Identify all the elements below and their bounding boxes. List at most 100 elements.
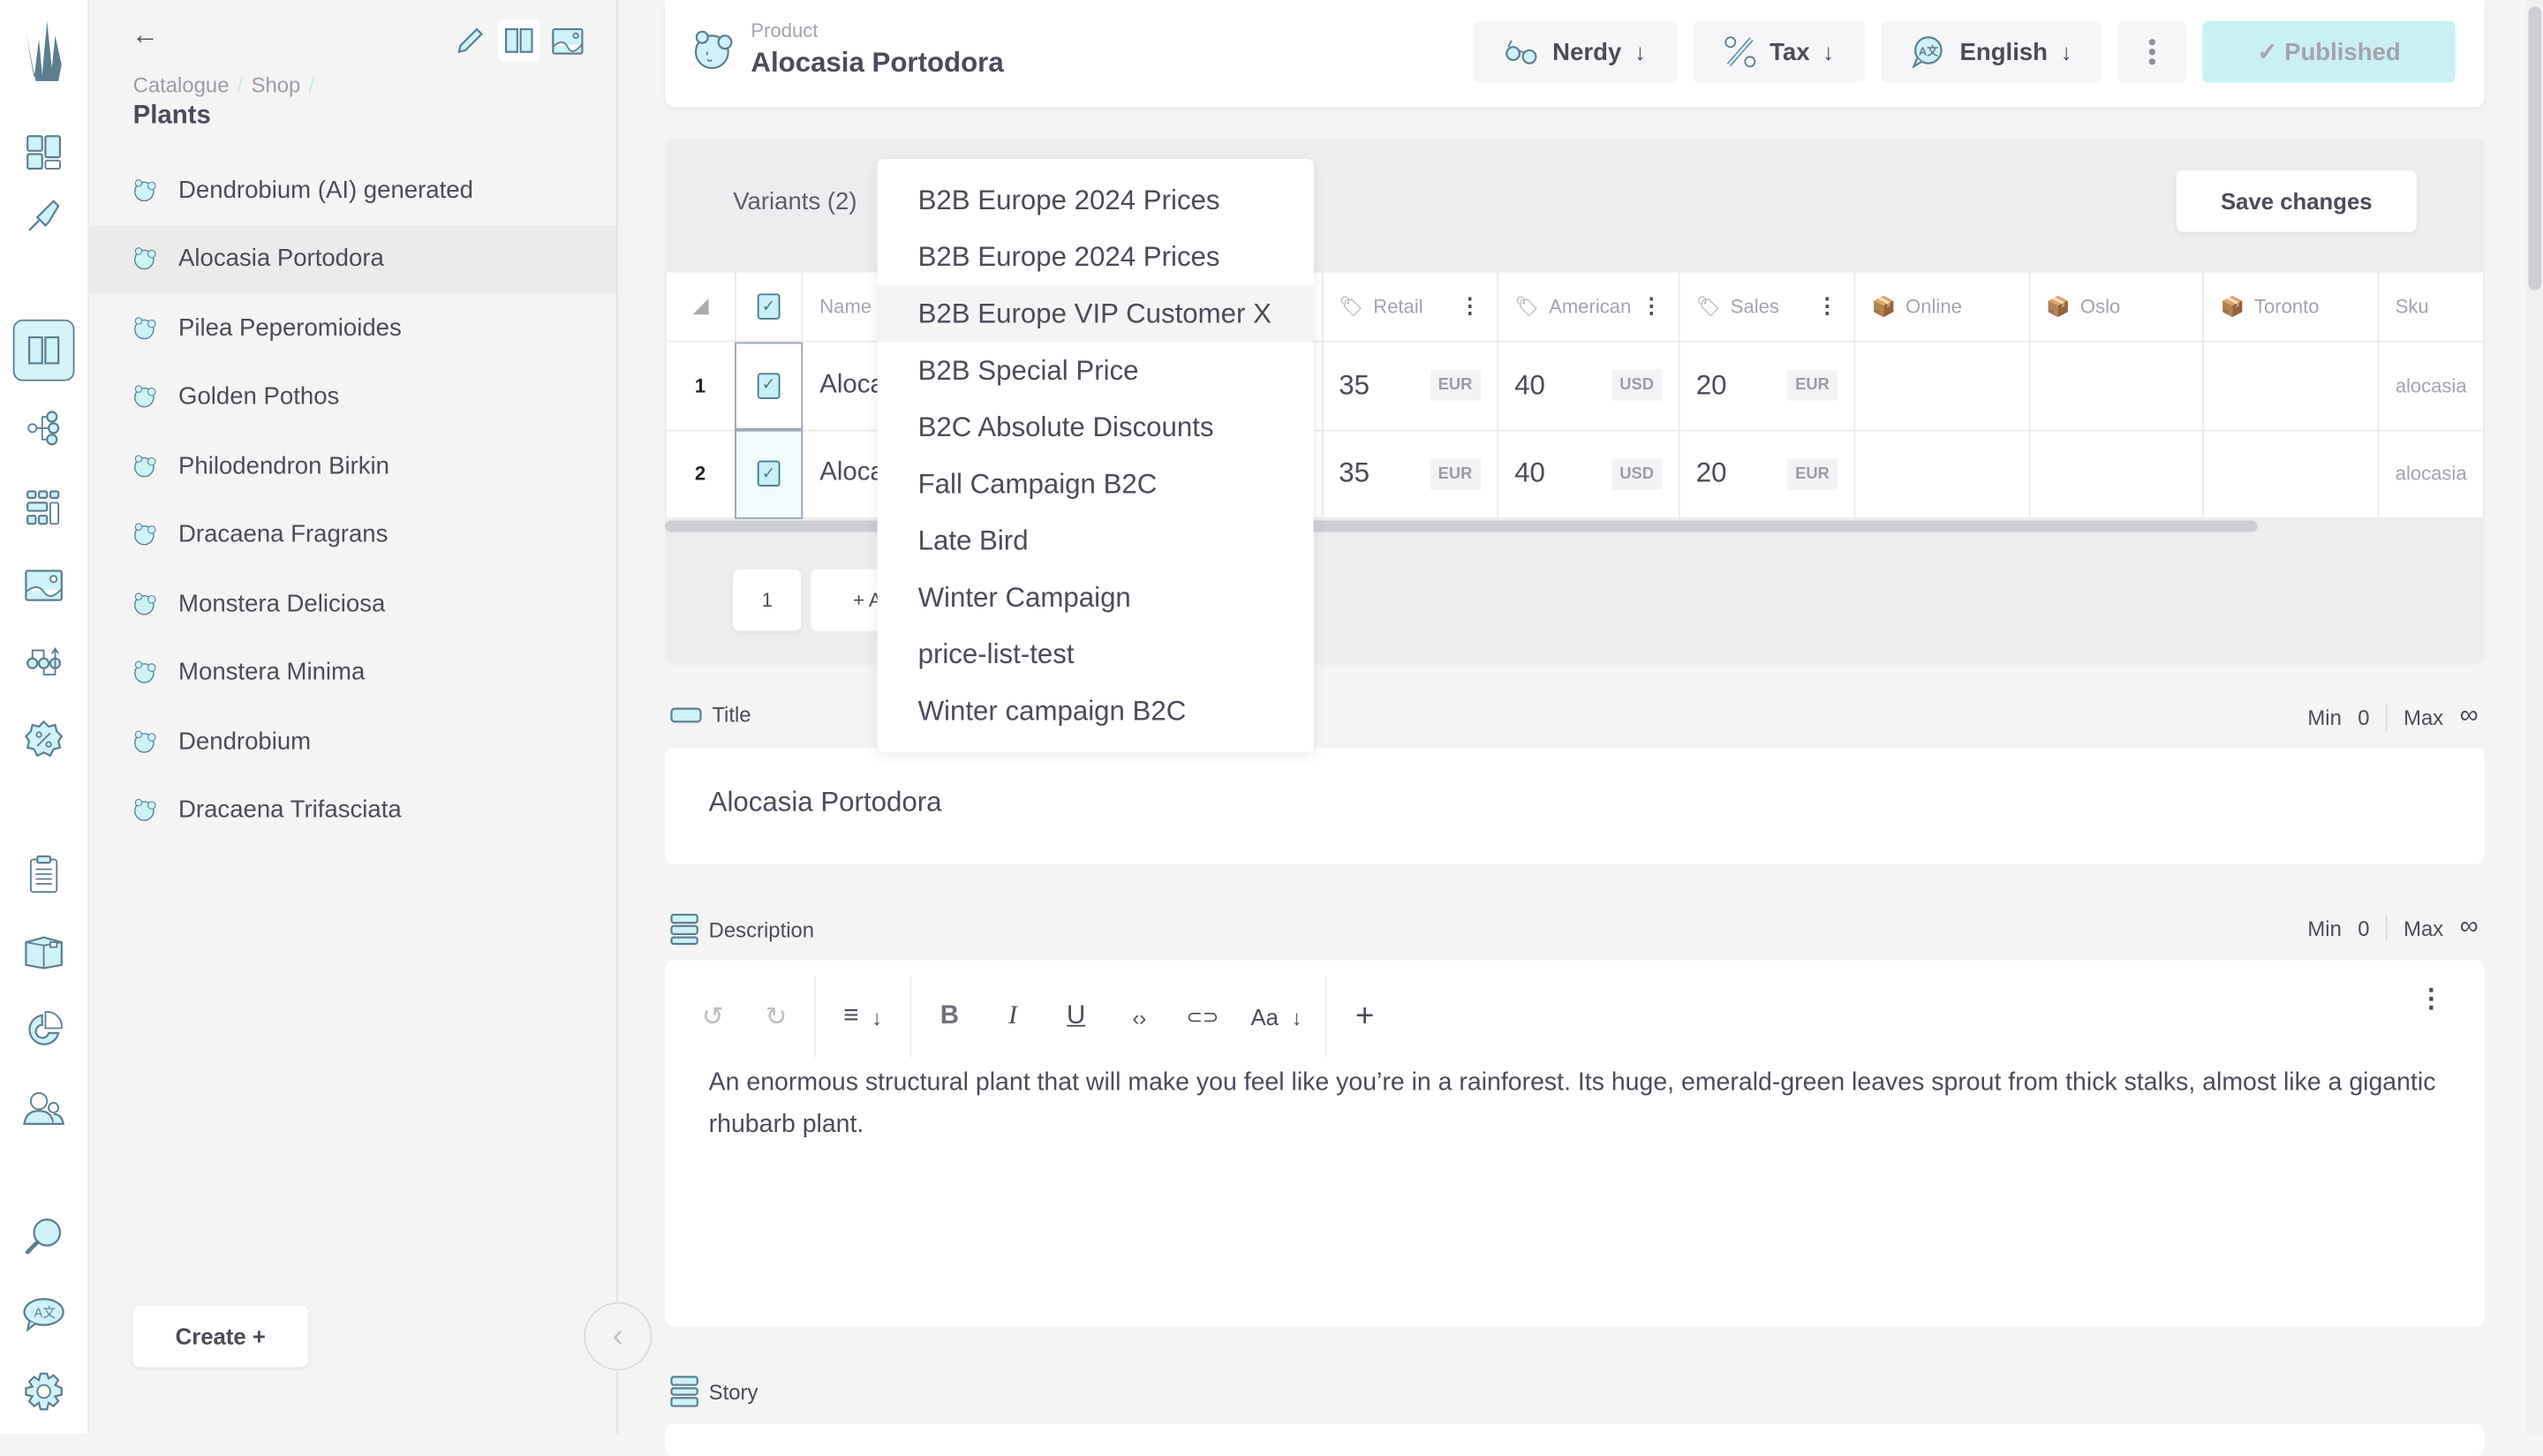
row-checkbox[interactable]: ✓ [757,372,781,399]
underline-button[interactable]: U [1045,1002,1108,1031]
breadcrumb-catalogue[interactable]: Catalogue [133,73,230,98]
tree-item[interactable]: Monstera Minima [89,638,616,707]
cell-sku[interactable]: alocasia [2377,340,2485,431]
description-text[interactable]: An enormous structural plant that will m… [709,1062,2461,1147]
book-view-button[interactable] [497,19,540,62]
price-list-option[interactable]: B2B Europe 2024 Prices [878,172,1314,229]
col-toronto[interactable]: 📦 Toronto [2202,270,2380,343]
cell-retail[interactable]: 35 EUR [1321,428,1498,519]
editor-more-icon[interactable]: ⋮ [2418,983,2444,1015]
story-editor[interactable] [665,1423,2485,1456]
column-menu-icon[interactable]: ⋮ [1816,293,1837,319]
rail-dashboard[interactable] [13,122,75,184]
price-list-option[interactable]: B2C Absolute Discounts [878,399,1314,456]
rail-search[interactable] [13,1205,75,1267]
price-list-option[interactable]: Winter Campaign [878,570,1314,626]
tax-button[interactable]: Tax ↓ [1693,20,1866,83]
scrollbar-thumb[interactable] [2528,6,2542,290]
cell-american[interactable]: 40 USD [1496,428,1680,519]
italic-button[interactable]: I [981,1002,1045,1031]
col-sales[interactable]: 🏷 Sales ⋮ [1678,270,1856,343]
cell-sku[interactable]: alocasia [2377,428,2485,519]
select-all-corner[interactable] [665,270,736,343]
select-all-checkbox-cell[interactable]: ✓ [734,270,804,343]
price-list-option[interactable]: price-list-test [878,626,1314,683]
col-oslo[interactable]: 📦 Oslo [2028,270,2205,343]
bold-button[interactable]: B [918,1002,982,1031]
publish-button[interactable]: ✓ Published [2202,20,2456,83]
cell-sales[interactable]: 20 EUR [1678,428,1856,519]
price-list-option[interactable]: Late Bird [878,512,1314,569]
align-dropdown[interactable]: ≡ ↓ [822,1002,903,1031]
tree-item[interactable]: Dendrobium (AI) generated [89,155,616,224]
page-scrollbar[interactable] [2526,0,2543,1434]
text-style-dropdown[interactable]: Aa ↓ [1234,1004,1319,1030]
insert-block-button[interactable]: + [1333,999,1397,1036]
price-list-option[interactable]: B2B Europe 2024 Prices [878,229,1314,285]
col-american[interactable]: 🏷 American ⋮ [1496,270,1680,343]
link-button[interactable]: ⊂⊃ [1171,1006,1234,1029]
description-editor[interactable]: ↺ ↻ ≡ ↓ B I U ‹› ⊂⊃ Aa ↓ + ⋮ An enormous s… [665,960,2485,1327]
cell-online[interactable] [1853,340,2031,431]
rail-discounts[interactable] [13,709,75,771]
grid-icon [26,490,60,525]
rail-shapes[interactable] [13,477,75,539]
cell-toronto[interactable] [2202,428,2380,519]
page-button[interactable]: 1 [733,569,802,631]
rail-plugins[interactable] [13,185,75,246]
cell-oslo[interactable] [2028,428,2205,519]
cell-american[interactable]: 40 USD [1496,340,1680,431]
tree-item[interactable]: Philodendron Birkin [89,432,616,501]
column-menu-icon[interactable]: ⋮ [1460,293,1481,319]
rail-customers[interactable] [13,1077,75,1139]
more-options-button[interactable] [2117,20,2186,83]
row-checkbox-cell[interactable]: ✓ [734,428,804,519]
price-list-option[interactable]: B2B Special Price [878,343,1314,399]
col-retail[interactable]: 🏷 Retail ⋮ [1321,270,1498,343]
rail-stock[interactable] [13,921,75,983]
column-menu-icon[interactable]: ⋮ [1641,293,1662,319]
cell-sales[interactable]: 20 EUR [1678,340,1856,431]
media-view-button[interactable] [547,19,589,62]
code-button[interactable]: ‹› [1107,1005,1171,1030]
rail-catalogue[interactable] [12,319,75,381]
tree-item[interactable]: Dracaena Fragrans [89,501,616,570]
cell-online[interactable] [1853,428,2031,519]
cell-oslo[interactable] [2028,340,2205,431]
row-checkbox[interactable]: ✓ [757,461,781,487]
rail-flows[interactable] [13,630,75,692]
price-list-option[interactable]: Winter campaign B2C [878,683,1314,739]
redo-button[interactable]: ↻ [744,1000,808,1033]
tree-item[interactable]: Alocasia Portodora [89,224,616,294]
collapse-panel-button[interactable]: ‹ [584,1301,653,1371]
language-button[interactable]: A文 English ↓ [1881,20,2102,83]
row-checkbox-cell[interactable]: ✓ [734,340,804,431]
select-all-checkbox[interactable]: ✓ [757,293,781,320]
cell-retail[interactable]: 35 EUR [1321,340,1498,431]
create-button[interactable]: Create + [132,1305,308,1368]
title-input[interactable]: Alocasia Portodora [665,747,2485,864]
breadcrumb-shop[interactable]: Shop [252,73,301,98]
tree-item[interactable]: Dendrobium [89,707,616,776]
back-arrow-icon[interactable]: ← [132,19,159,52]
tree-item[interactable]: Pilea Peperomioides [89,293,616,362]
save-changes-button[interactable]: Save changes [2176,170,2417,232]
rail-settings[interactable] [13,1361,75,1422]
edit-view-button[interactable] [449,19,492,62]
preferences-button[interactable]: Nerdy ↓ [1472,20,1678,83]
undo-button[interactable]: ↺ [681,1000,744,1033]
tree-item[interactable]: Golden Pothos [89,363,616,432]
price-list-option[interactable]: B2B Europe VIP Customer X [877,285,1314,343]
price-list-option[interactable]: Fall Campaign B2C [878,456,1314,512]
col-sku[interactable]: Sku [2377,270,2485,343]
flows-icon [26,647,62,675]
rail-orders[interactable] [13,843,75,905]
tree-item[interactable]: Dracaena Trifasciata [89,776,616,845]
col-online[interactable]: 📦 Online [1853,270,2031,343]
rail-topics[interactable] [13,397,75,459]
cell-toronto[interactable] [2202,340,2380,431]
rail-translations[interactable]: A文 [13,1283,75,1345]
rail-reports[interactable] [13,999,75,1060]
rail-media[interactable] [13,554,75,616]
tree-item[interactable]: Monstera Deliciosa [89,570,616,638]
